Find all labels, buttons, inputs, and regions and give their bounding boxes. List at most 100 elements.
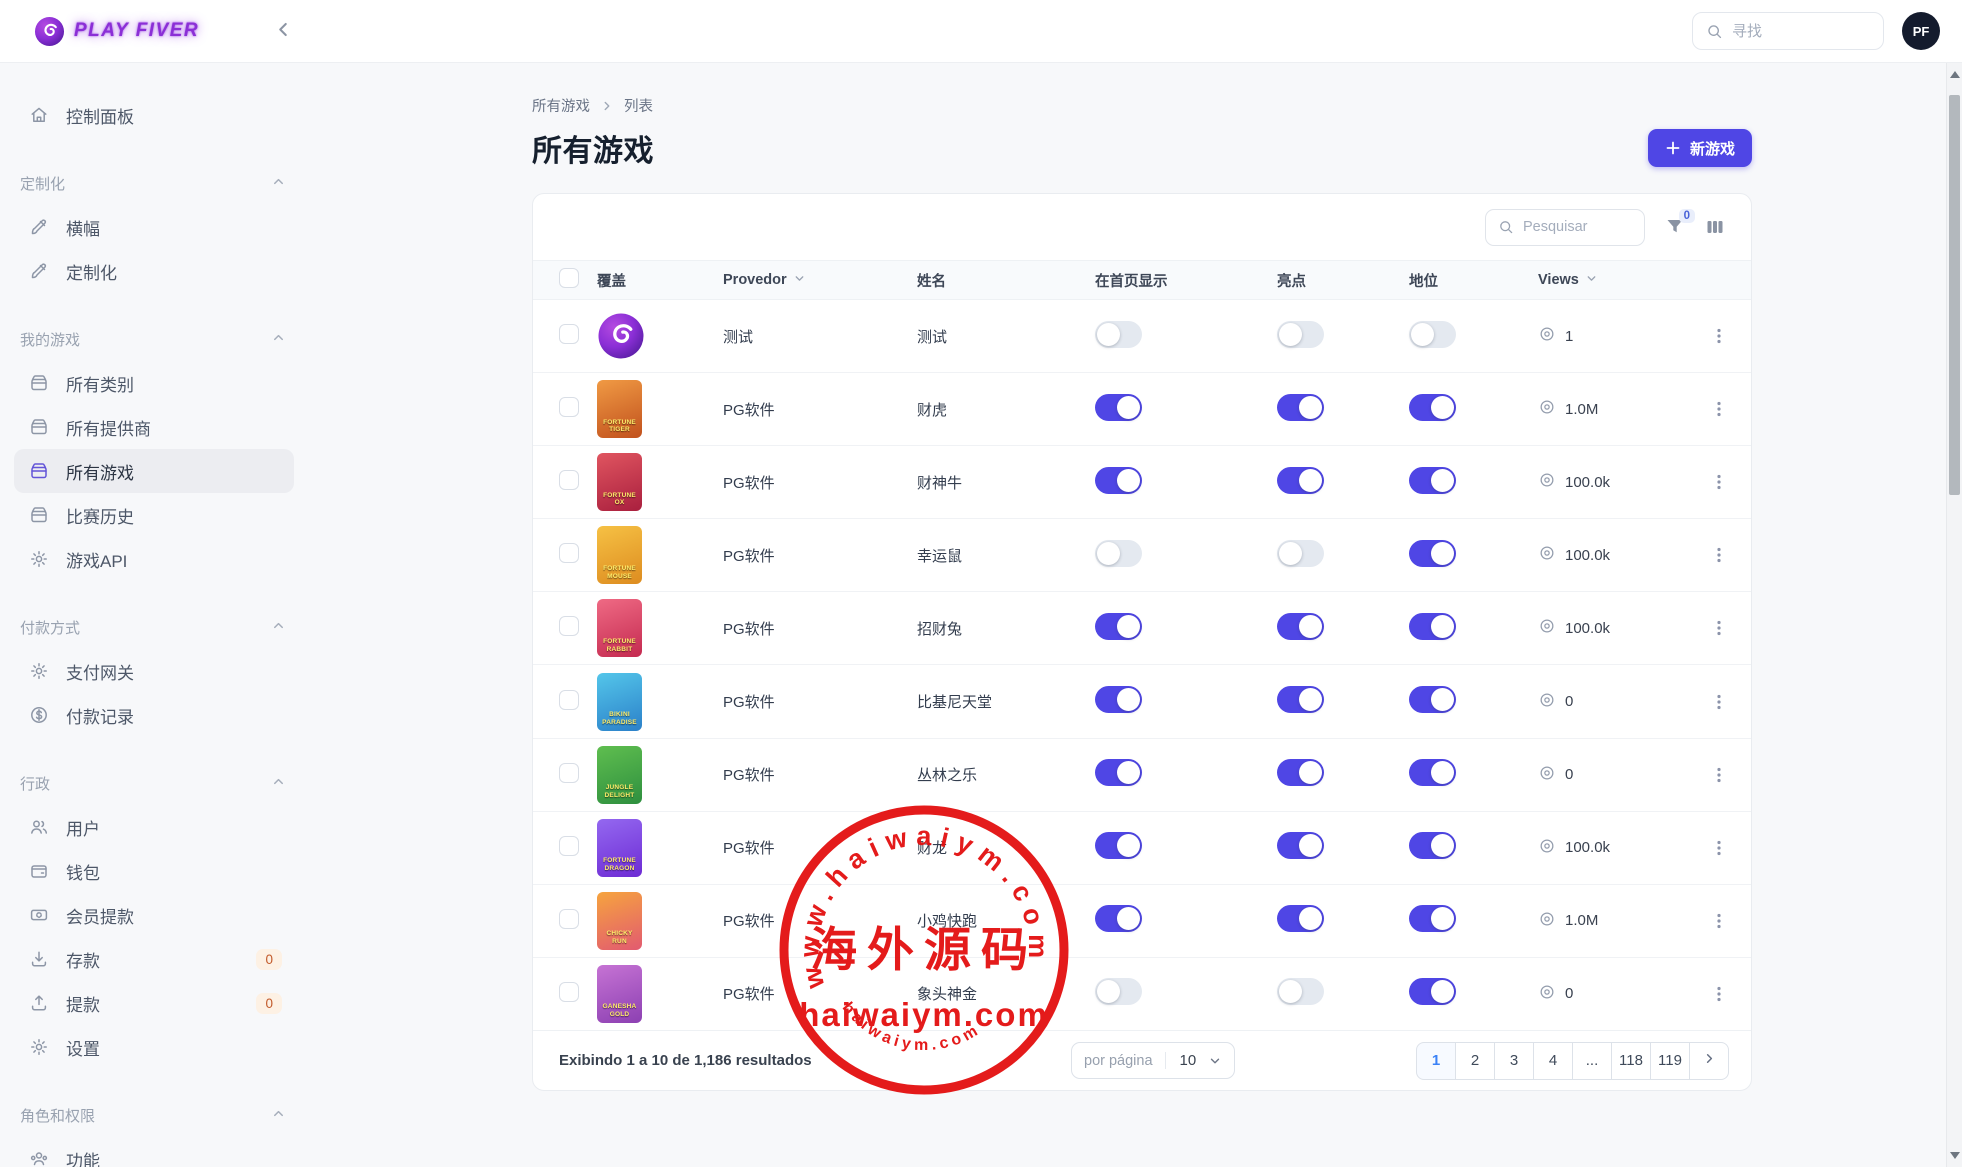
page-button-2[interactable]: 2 <box>1455 1042 1495 1080</box>
row-checkbox[interactable] <box>559 982 579 1002</box>
row-checkbox[interactable] <box>559 397 579 417</box>
sidebar-item-2-1[interactable]: 所有提供商 <box>14 405 294 449</box>
per-page-select[interactable]: por página 10 <box>1071 1042 1235 1079</box>
sidebar-item-4-1[interactable]: 钱包 <box>14 849 294 893</box>
show-on-home-toggle[interactable] <box>1095 540 1142 567</box>
status-toggle[interactable] <box>1409 394 1456 421</box>
breadcrumb-all-games[interactable]: 所有游戏 <box>532 95 590 116</box>
sidebar-item-2-3[interactable]: 比赛历史 <box>14 493 294 537</box>
show-on-home-toggle[interactable] <box>1095 321 1142 348</box>
row-actions-button[interactable] <box>1709 911 1729 931</box>
show-on-home-toggle[interactable] <box>1095 905 1142 932</box>
sidebar-section-3[interactable]: 付款方式 <box>14 605 294 649</box>
table-search-input[interactable] <box>1523 219 1632 235</box>
row-checkbox[interactable] <box>559 616 579 636</box>
row-checkbox[interactable] <box>559 543 579 563</box>
sidebar-section-5[interactable]: 角色和权限 <box>14 1093 294 1137</box>
status-toggle[interactable] <box>1409 759 1456 786</box>
row-checkbox[interactable] <box>559 836 579 856</box>
sidebar-item-3-1[interactable]: 付款记录 <box>14 693 294 737</box>
highlight-toggle[interactable] <box>1277 686 1324 713</box>
row-checkbox[interactable] <box>559 324 579 344</box>
status-toggle[interactable] <box>1409 467 1456 494</box>
status-toggle[interactable] <box>1409 832 1456 859</box>
show-on-home-toggle[interactable] <box>1095 467 1142 494</box>
sidebar-item-2-0[interactable]: 所有类别 <box>14 361 294 405</box>
row-actions-button[interactable] <box>1709 765 1729 785</box>
global-search-input[interactable] <box>1732 23 1870 40</box>
sidebar-section-1[interactable]: 定制化 <box>14 161 294 205</box>
page-button-118[interactable]: 118 <box>1611 1042 1651 1080</box>
game-thumbnail: FORTUNE OX <box>597 453 642 511</box>
column-header[interactable]: Views <box>1538 272 1693 289</box>
new-game-button[interactable]: 新游戏 <box>1648 129 1752 167</box>
highlight-toggle[interactable] <box>1277 540 1324 567</box>
column-header[interactable]: Provedor <box>723 272 917 289</box>
show-on-home-toggle[interactable] <box>1095 394 1142 421</box>
show-on-home-toggle[interactable] <box>1095 978 1142 1005</box>
row-actions-button[interactable] <box>1709 399 1729 419</box>
row-checkbox[interactable] <box>559 690 579 710</box>
status-toggle[interactable] <box>1409 978 1456 1005</box>
breadcrumb-list[interactable]: 列表 <box>624 95 653 116</box>
highlight-toggle[interactable] <box>1277 832 1324 859</box>
page-button-1[interactable]: 1 <box>1416 1042 1456 1080</box>
status-toggle[interactable] <box>1409 905 1456 932</box>
sidebar-item-4-5[interactable]: 设置 <box>14 1025 294 1069</box>
sidebar-item-5-0[interactable]: 功能 <box>14 1137 294 1167</box>
columns-button[interactable] <box>1705 217 1725 237</box>
status-toggle[interactable] <box>1409 540 1456 567</box>
sidebar-item-2-2[interactable]: 所有游戏 <box>14 449 294 493</box>
scroll-up-arrow-icon[interactable] <box>1950 71 1960 78</box>
row-actions-button[interactable] <box>1709 692 1729 712</box>
show-on-home-toggle[interactable] <box>1095 832 1142 859</box>
highlight-toggle[interactable] <box>1277 759 1324 786</box>
highlight-toggle[interactable] <box>1277 321 1324 348</box>
sidebar-item-4-0[interactable]: 用户 <box>14 805 294 849</box>
row-actions-button[interactable] <box>1709 618 1729 638</box>
sidebar-item-4-4[interactable]: 提款 0 <box>14 981 294 1025</box>
row-actions-button[interactable] <box>1709 472 1729 492</box>
sidebar-section-2[interactable]: 我的游戏 <box>14 317 294 361</box>
show-on-home-toggle[interactable] <box>1095 759 1142 786</box>
scrollbar-thumb[interactable] <box>1949 95 1960 495</box>
highlight-toggle[interactable] <box>1277 394 1324 421</box>
table-search[interactable] <box>1485 209 1645 246</box>
sidebar-item-3-0[interactable]: 支付网关 <box>14 649 294 693</box>
row-actions-button[interactable] <box>1709 326 1729 346</box>
highlight-toggle[interactable] <box>1277 978 1324 1005</box>
highlight-toggle[interactable] <box>1277 613 1324 640</box>
select-all-checkbox[interactable] <box>559 268 579 288</box>
row-actions-button[interactable] <box>1709 838 1729 858</box>
sidebar-collapse-button[interactable] <box>272 19 294 44</box>
page-button-3[interactable]: 3 <box>1494 1042 1534 1080</box>
row-actions-button[interactable] <box>1709 984 1729 1004</box>
next-page-button[interactable] <box>1689 1042 1729 1080</box>
page-button-4[interactable]: 4 <box>1533 1042 1573 1080</box>
row-checkbox[interactable] <box>559 909 579 929</box>
row-actions-button[interactable] <box>1709 545 1729 565</box>
status-toggle[interactable] <box>1409 613 1456 640</box>
page-button-119[interactable]: 119 <box>1650 1042 1690 1080</box>
highlight-toggle[interactable] <box>1277 905 1324 932</box>
status-toggle[interactable] <box>1409 686 1456 713</box>
status-toggle[interactable] <box>1409 321 1456 348</box>
sidebar-item-2-4[interactable]: 游戏API <box>14 537 294 581</box>
sidebar-item-1-0[interactable]: 横幅 <box>14 205 294 249</box>
sidebar-section-4[interactable]: 行政 <box>14 761 294 805</box>
sidebar-scrollbar[interactable] <box>1946 63 1962 1167</box>
sidebar-item-4-2[interactable]: 会员提款 <box>14 893 294 937</box>
sidebar-item-0-0[interactable]: 控制面板 <box>14 93 294 137</box>
sidebar-item-1-1[interactable]: 定制化 <box>14 249 294 293</box>
filter-button[interactable]: 0 <box>1665 217 1685 237</box>
row-checkbox[interactable] <box>559 763 579 783</box>
show-on-home-toggle[interactable] <box>1095 686 1142 713</box>
avatar[interactable]: PF <box>1902 12 1940 50</box>
scroll-down-arrow-icon[interactable] <box>1950 1152 1960 1159</box>
global-search[interactable] <box>1692 12 1884 50</box>
row-checkbox[interactable] <box>559 470 579 490</box>
brand-logo[interactable]: PLAY FIVER <box>34 16 199 47</box>
highlight-toggle[interactable] <box>1277 467 1324 494</box>
show-on-home-toggle[interactable] <box>1095 613 1142 640</box>
sidebar-item-4-3[interactable]: 存款 0 <box>14 937 294 981</box>
